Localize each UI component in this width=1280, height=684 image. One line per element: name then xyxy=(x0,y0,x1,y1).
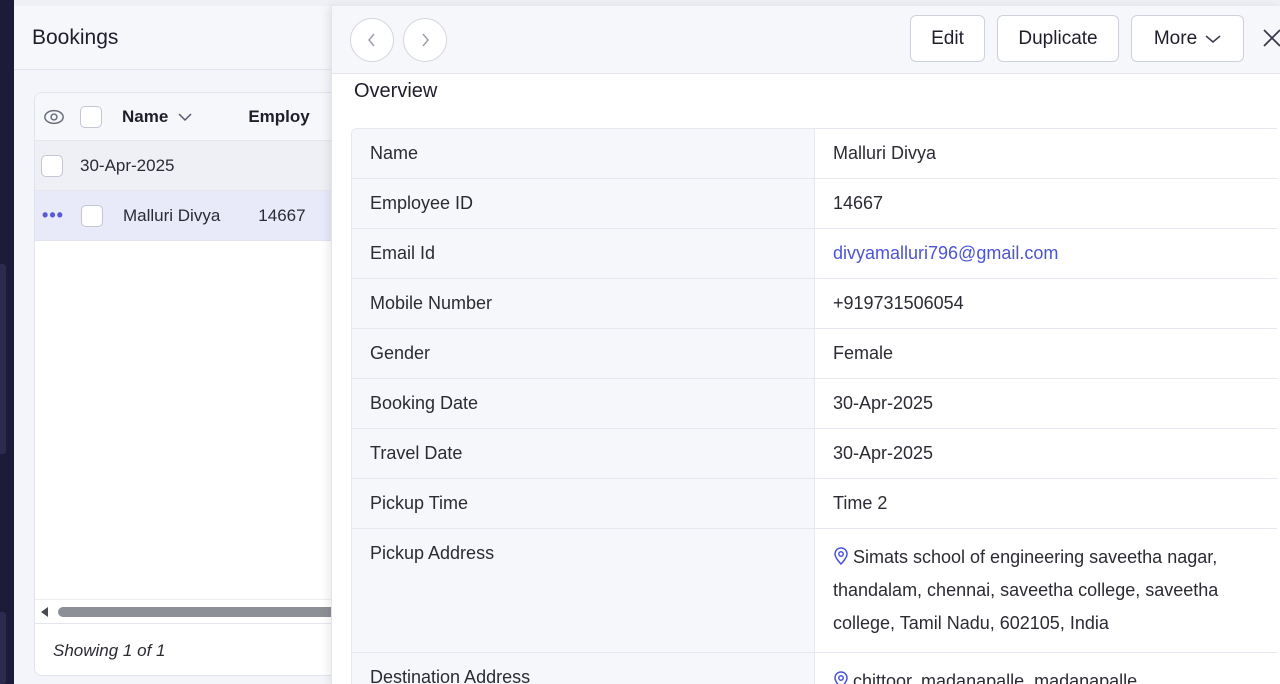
scroll-left-icon[interactable] xyxy=(41,606,48,617)
field-label: Email Id xyxy=(352,229,815,278)
chevron-down-icon[interactable] xyxy=(178,112,192,122)
group-label: 30-Apr-2025 xyxy=(80,155,175,175)
more-label: More xyxy=(1153,27,1198,49)
duplicate-button[interactable]: Duplicate xyxy=(997,15,1119,62)
field-row: Mobile Number +919731506054 xyxy=(352,279,1277,329)
chevron-right-icon xyxy=(422,33,429,47)
field-value: Time 2 xyxy=(815,479,1277,528)
column-header-employee[interactable]: Employ xyxy=(248,107,309,127)
bookings-table: Name Employ 30-Apr-2025 ••• Malluri Divy… xyxy=(34,92,364,676)
field-row: Pickup Time Time 2 xyxy=(352,479,1277,529)
field-row: Gender Female xyxy=(352,329,1277,379)
scroll-thumb[interactable] xyxy=(58,606,358,617)
location-pin-icon xyxy=(834,547,848,565)
chevron-left-icon xyxy=(368,33,375,47)
table-footer: Showing 1 of 1 xyxy=(35,623,363,675)
group-row[interactable]: 30-Apr-2025 xyxy=(35,141,363,191)
field-row: Travel Date 30-Apr-2025 xyxy=(352,429,1277,479)
field-row: Booking Date 30-Apr-2025 xyxy=(352,379,1277,429)
row-name[interactable]: Malluri Divya xyxy=(123,206,220,226)
table-row[interactable]: ••• Malluri Divya 14667 xyxy=(35,191,363,241)
field-row: Email Id divyamalluri796@gmail.com xyxy=(352,229,1277,279)
field-value: 30-Apr-2025 xyxy=(815,379,1277,428)
address-text: Simats school of engineering saveetha na… xyxy=(833,547,1219,633)
field-value: 14667 xyxy=(815,179,1277,228)
edit-button[interactable]: Edit xyxy=(910,15,985,62)
field-value: Malluri Divya xyxy=(815,129,1277,178)
select-all-checkbox[interactable] xyxy=(80,105,102,128)
field-label: Employee ID xyxy=(352,179,815,228)
app-sidebar xyxy=(0,0,14,684)
pickup-address-value[interactable]: Simats school of engineering saveetha na… xyxy=(815,529,1277,652)
field-label: Gender xyxy=(352,329,815,378)
field-label: Booking Date xyxy=(352,379,815,428)
row-checkbox[interactable] xyxy=(81,204,103,227)
close-icon[interactable] xyxy=(1260,26,1280,50)
sidebar-section xyxy=(0,612,6,684)
field-value: +919731506054 xyxy=(815,279,1277,328)
horizontal-scrollbar[interactable] xyxy=(35,599,363,623)
field-label: Name xyxy=(352,129,815,178)
table-header: Name Employ xyxy=(35,93,363,141)
overview-properties: Name Malluri Divya Employee ID 14667 Ema… xyxy=(351,128,1277,684)
destination-address-value[interactable]: chittoor, madanapalle, madanapalle, xyxy=(815,653,1277,684)
bookings-list-panel: Bookings Name Employ 30-Apr-2025 ••• Mal… xyxy=(14,6,364,684)
eye-icon[interactable] xyxy=(43,106,65,128)
field-row: Destination Address chittoor, madanapall… xyxy=(352,653,1277,684)
detail-toolbar: Edit Duplicate More xyxy=(332,6,1280,74)
section-title: Overview xyxy=(354,80,438,102)
row-employee-id: 14667 xyxy=(258,205,306,225)
previous-record-button[interactable] xyxy=(350,18,394,62)
sidebar-section xyxy=(0,264,6,454)
booking-detail-panel: Edit Duplicate More Overview Name Mallur… xyxy=(331,6,1280,684)
field-value: Female xyxy=(815,329,1277,378)
list-header: Bookings xyxy=(14,6,354,70)
email-link[interactable]: divyamalluri796@gmail.com xyxy=(815,229,1277,278)
field-label: Destination Address xyxy=(352,653,815,684)
page-title: Bookings xyxy=(32,25,119,49)
field-label: Travel Date xyxy=(352,429,815,478)
field-row: Name Malluri Divya xyxy=(352,129,1277,179)
column-header-name[interactable]: Name xyxy=(122,107,168,127)
chevron-down-icon xyxy=(1205,34,1221,43)
field-label: Pickup Time xyxy=(352,479,815,528)
field-row: Employee ID 14667 xyxy=(352,179,1277,229)
next-record-button[interactable] xyxy=(403,18,447,62)
address-text: chittoor, madanapalle, madanapalle, xyxy=(853,671,1143,684)
field-label: Pickup Address xyxy=(352,529,815,652)
group-checkbox[interactable] xyxy=(41,154,63,177)
field-row: Pickup Address Simats school of engineer… xyxy=(352,529,1277,653)
location-pin-icon xyxy=(834,671,848,684)
field-label: Mobile Number xyxy=(352,279,815,328)
more-dots-icon[interactable]: ••• xyxy=(35,205,71,226)
field-value: 30-Apr-2025 xyxy=(815,429,1277,478)
more-button[interactable]: More xyxy=(1131,15,1244,62)
